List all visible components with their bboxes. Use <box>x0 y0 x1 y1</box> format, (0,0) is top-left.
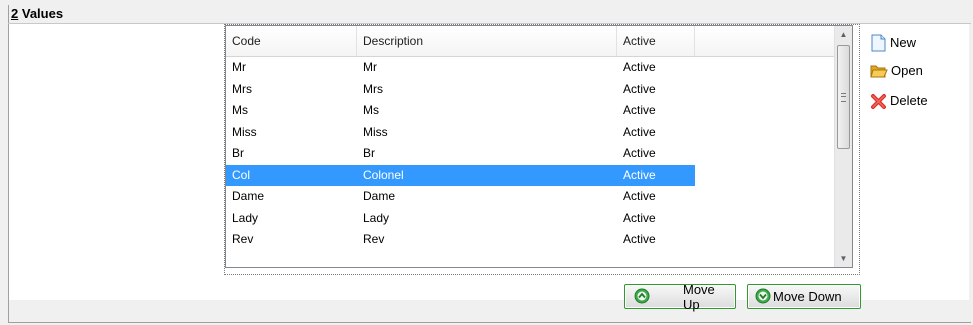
table-row[interactable]: Col Colonel Active <box>226 164 695 186</box>
grip-icon <box>841 93 846 102</box>
column-header-active[interactable]: Active <box>617 26 695 56</box>
vertical-scrollbar[interactable]: ▲ ▼ <box>834 26 852 267</box>
section-title-text: Values <box>21 6 64 21</box>
move-up-button[interactable]: Move Up <box>624 281 736 312</box>
cell-active: Active <box>623 103 656 117</box>
table-row[interactable]: Ms Ms Active <box>226 100 695 122</box>
cell-description: Mr <box>363 60 377 74</box>
new-button[interactable]: New <box>870 32 916 54</box>
cell-active: Active <box>623 146 656 160</box>
arrow-down-circle-icon <box>755 288 771 304</box>
cell-code: Miss <box>232 124 257 139</box>
cell-active: Active <box>623 189 656 203</box>
cell-active: Active <box>623 232 656 246</box>
table-row[interactable]: Br Br Active <box>226 143 695 165</box>
delete-button[interactable]: Delete <box>870 90 928 112</box>
values-list[interactable]: Code Description Active Mr Mr Active Mrs Mrs… <box>225 25 853 268</box>
move-down-button[interactable]: Move Down <box>747 284 861 309</box>
arrow-up-circle-icon <box>634 288 650 304</box>
column-header-description[interactable]: Description <box>357 26 617 56</box>
cell-description: Rev <box>363 232 385 246</box>
cell-description: Ms <box>363 103 379 117</box>
table-row[interactable]: Miss Miss Active <box>226 122 695 144</box>
cell-code: Mrs <box>232 81 252 96</box>
scroll-down-icon[interactable]: ▼ <box>835 250 852 267</box>
cell-code: Br <box>232 146 244 160</box>
cell-code: Rev <box>232 232 254 246</box>
open-button[interactable]: Open <box>870 60 923 82</box>
section-number: 2 <box>11 6 19 21</box>
cell-active: Active <box>623 210 656 225</box>
list-header: Code Description Active <box>226 26 834 57</box>
move-down-label: Move Down <box>773 289 842 304</box>
folder-open-icon <box>870 65 888 78</box>
cell-code: Mr <box>232 60 246 74</box>
move-up-label: Move Up <box>683 281 715 312</box>
cell-description: Mrs <box>363 81 383 96</box>
scroll-up-icon[interactable]: ▲ <box>835 26 852 43</box>
column-header-code[interactable]: Code <box>226 26 357 56</box>
cell-active: Active <box>623 60 656 74</box>
cell-code: Lady <box>232 210 259 225</box>
cell-active: Active <box>623 167 656 182</box>
cell-description: Br <box>363 146 375 160</box>
cell-description: Miss <box>363 124 388 139</box>
table-row[interactable]: Mr Mr Active <box>226 57 695 79</box>
table-row[interactable]: Rev Rev Active <box>226 229 695 251</box>
section-title: 2 Values <box>11 6 63 21</box>
open-button-label: Open <box>891 63 923 78</box>
cell-code: Col <box>232 167 251 182</box>
list-rows: Mr Mr Active Mrs Mrs Active Ms Ms Active Miss Miss… <box>226 57 834 251</box>
scroll-thumb[interactable] <box>837 45 850 149</box>
cell-active: Active <box>623 81 656 96</box>
cell-active: Active <box>623 124 656 139</box>
new-button-label: New <box>890 35 917 50</box>
delete-x-icon <box>871 93 886 109</box>
table-row[interactable]: Dame Dame Active <box>226 186 695 208</box>
table-row[interactable]: Mrs Mrs Active <box>226 79 695 101</box>
cell-code: Dame <box>232 189 265 203</box>
cell-description: Colonel <box>363 167 404 182</box>
cell-description: Dame <box>363 189 396 203</box>
new-document-icon <box>871 34 886 52</box>
delete-button-label: Delete <box>890 93 928 108</box>
cell-code: Ms <box>232 103 248 117</box>
cell-description: Lady <box>363 210 390 225</box>
table-row[interactable]: Lady Lady Active <box>226 208 695 230</box>
